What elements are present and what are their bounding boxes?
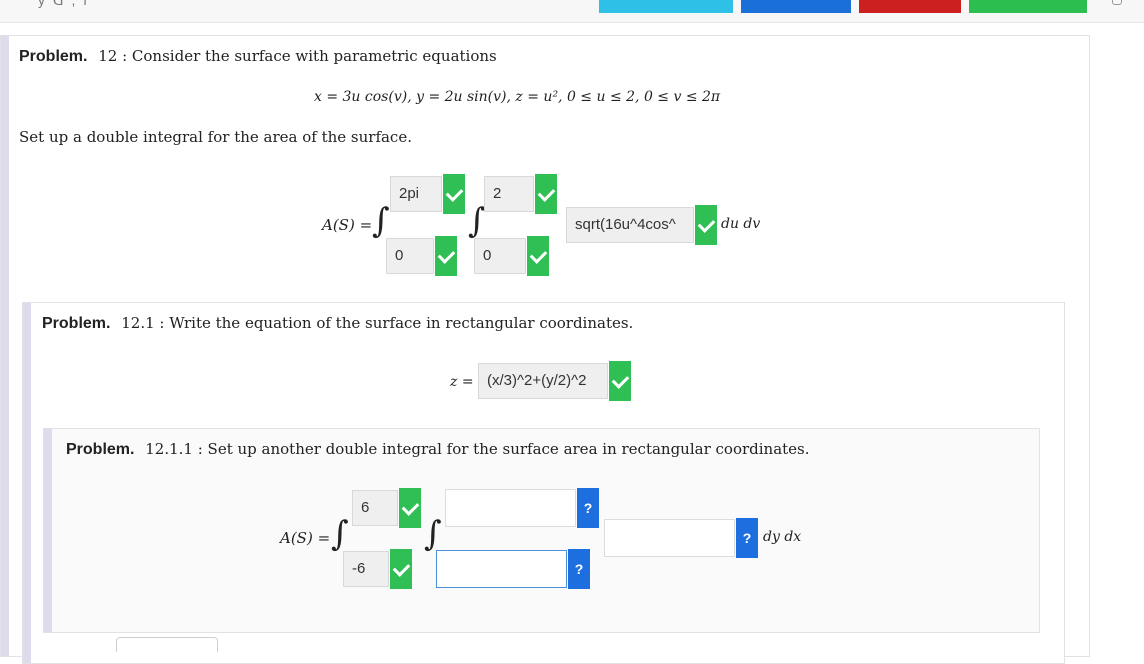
- toolbar-button-1[interactable]: [599, 0, 733, 13]
- top-toolbar: y ᗡ , ǀ: [0, 0, 1144, 23]
- scroll-edge-icon: [1112, 0, 1122, 5]
- inner-integral-sign: ∫: [424, 514, 442, 554]
- y-upper-limit-input[interactable]: [445, 489, 576, 527]
- problem-12-1-title: Problem. 12.1 : Write the equation of th…: [42, 314, 633, 333]
- unanswered-question-icon: ?: [736, 518, 758, 558]
- panel-stripe: [1, 36, 9, 656]
- outer-upper-limit-input[interactable]: 2pi: [390, 176, 442, 212]
- toolbar-truncated-text: y ᗡ , ǀ: [38, 0, 89, 8]
- differentials: dy dx: [763, 529, 802, 545]
- outer-lower-limit-input[interactable]: 0: [386, 238, 434, 274]
- integrand-input[interactable]: sqrt(16u^4cos^: [566, 207, 694, 243]
- toolbar-button-4[interactable]: [969, 0, 1087, 13]
- x-lower-limit-input[interactable]: -6: [343, 551, 389, 587]
- problem-12-1-1-title: Problem. 12.1.1 : Set up another double …: [66, 440, 810, 459]
- correct-check-icon: [535, 174, 557, 214]
- differentials: du dv: [721, 216, 761, 232]
- z-equation-input[interactable]: (x/3)^2+(y/2)^2: [478, 363, 608, 399]
- toolbar-button-2[interactable]: [741, 0, 851, 13]
- toolbar-button-3[interactable]: [859, 0, 961, 13]
- area-lhs: A(S) =: [322, 216, 373, 234]
- problem-12-1-1-prompt: 12.1.1 : Set up another double integral …: [145, 440, 810, 458]
- correct-check-icon: [443, 174, 465, 214]
- inner-lower-limit-input[interactable]: 0: [474, 238, 526, 274]
- area-lhs: A(S) =: [280, 529, 331, 547]
- correct-check-icon: [695, 205, 717, 245]
- problem-heading: Problem.: [66, 441, 135, 458]
- z-lhs: z =: [450, 374, 474, 390]
- rect-integrand-input[interactable]: [604, 519, 735, 557]
- problem-12-instruction: Set up a double integral for the area of…: [19, 128, 412, 146]
- parametric-equations: x = 3u cos(v), y = 2u sin(v), z = u², 0 …: [314, 89, 721, 105]
- problem-12-title: Problem. 12 : Consider the surface with …: [19, 47, 497, 66]
- correct-check-icon: [435, 236, 457, 276]
- correct-check-icon: [399, 488, 421, 528]
- outer-integral-sign: ∫: [331, 514, 349, 554]
- panel-stripe: [44, 429, 52, 632]
- problem-heading: Problem.: [42, 315, 111, 332]
- correct-check-icon: [609, 361, 631, 401]
- submit-button[interactable]: [116, 637, 218, 652]
- correct-check-icon: [390, 549, 412, 589]
- y-lower-limit-input[interactable]: [436, 550, 567, 588]
- panel-stripe: [23, 303, 31, 663]
- outer-integral-sign: ∫: [372, 201, 390, 241]
- problem-12-prompt: 12 : Consider the surface with parametri…: [98, 47, 497, 65]
- x-upper-limit-input[interactable]: 6: [352, 490, 398, 526]
- correct-check-icon: [527, 236, 549, 276]
- unanswered-question-icon: ?: [568, 549, 590, 589]
- problem-heading: Problem.: [19, 48, 88, 65]
- problem-12-1-prompt: 12.1 : Write the equation of the surface…: [121, 314, 634, 332]
- inner-upper-limit-input[interactable]: 2: [484, 176, 534, 212]
- unanswered-question-icon: ?: [577, 488, 599, 528]
